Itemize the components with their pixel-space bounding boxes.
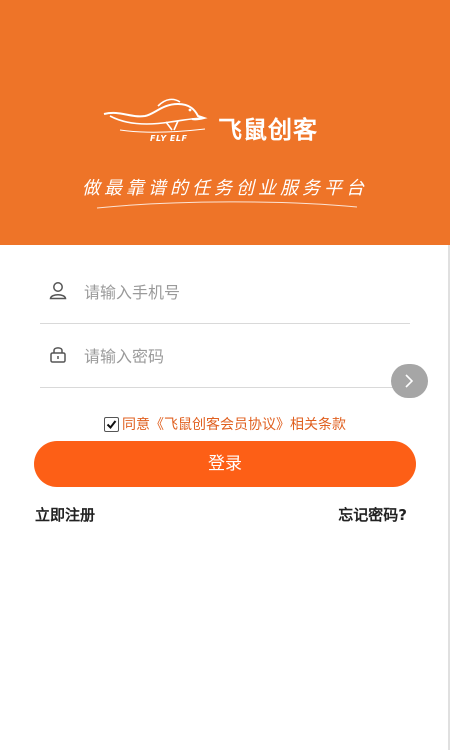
user-icon [49, 282, 67, 300]
check-icon [106, 419, 117, 429]
password-field [40, 323, 410, 388]
slogan: 做最靠谱的任务创业服务平台 [82, 178, 368, 199]
slogan-underline [96, 201, 358, 209]
phone-field [40, 259, 410, 324]
flying-squirrel-logo-icon [103, 98, 208, 133]
phone-input[interactable] [82, 273, 386, 311]
chevron-right-icon [405, 374, 414, 388]
next-arrow-button[interactable] [391, 364, 428, 398]
agreement-link[interactable]: 同意《飞鼠创客会员协议》相关条款 [122, 417, 346, 433]
header-banner: FLY ELF 飞鼠创客 做最靠谱的任务创业服务平台 [0, 0, 450, 245]
brand-name: 飞鼠创客 [218, 116, 318, 144]
login-button[interactable]: 登录 [34, 441, 416, 487]
brand-english-name: FLY ELF [150, 134, 188, 143]
lock-icon [50, 347, 66, 363]
register-link[interactable]: 立即注册 [35, 504, 95, 525]
password-input[interactable] [82, 337, 386, 375]
agreement-checkbox[interactable] [104, 416, 119, 432]
forgot-password-link[interactable]: 忘记密码? [338, 504, 407, 525]
agreement-row: 同意《飞鼠创客会员协议》相关条款 [0, 414, 450, 434]
